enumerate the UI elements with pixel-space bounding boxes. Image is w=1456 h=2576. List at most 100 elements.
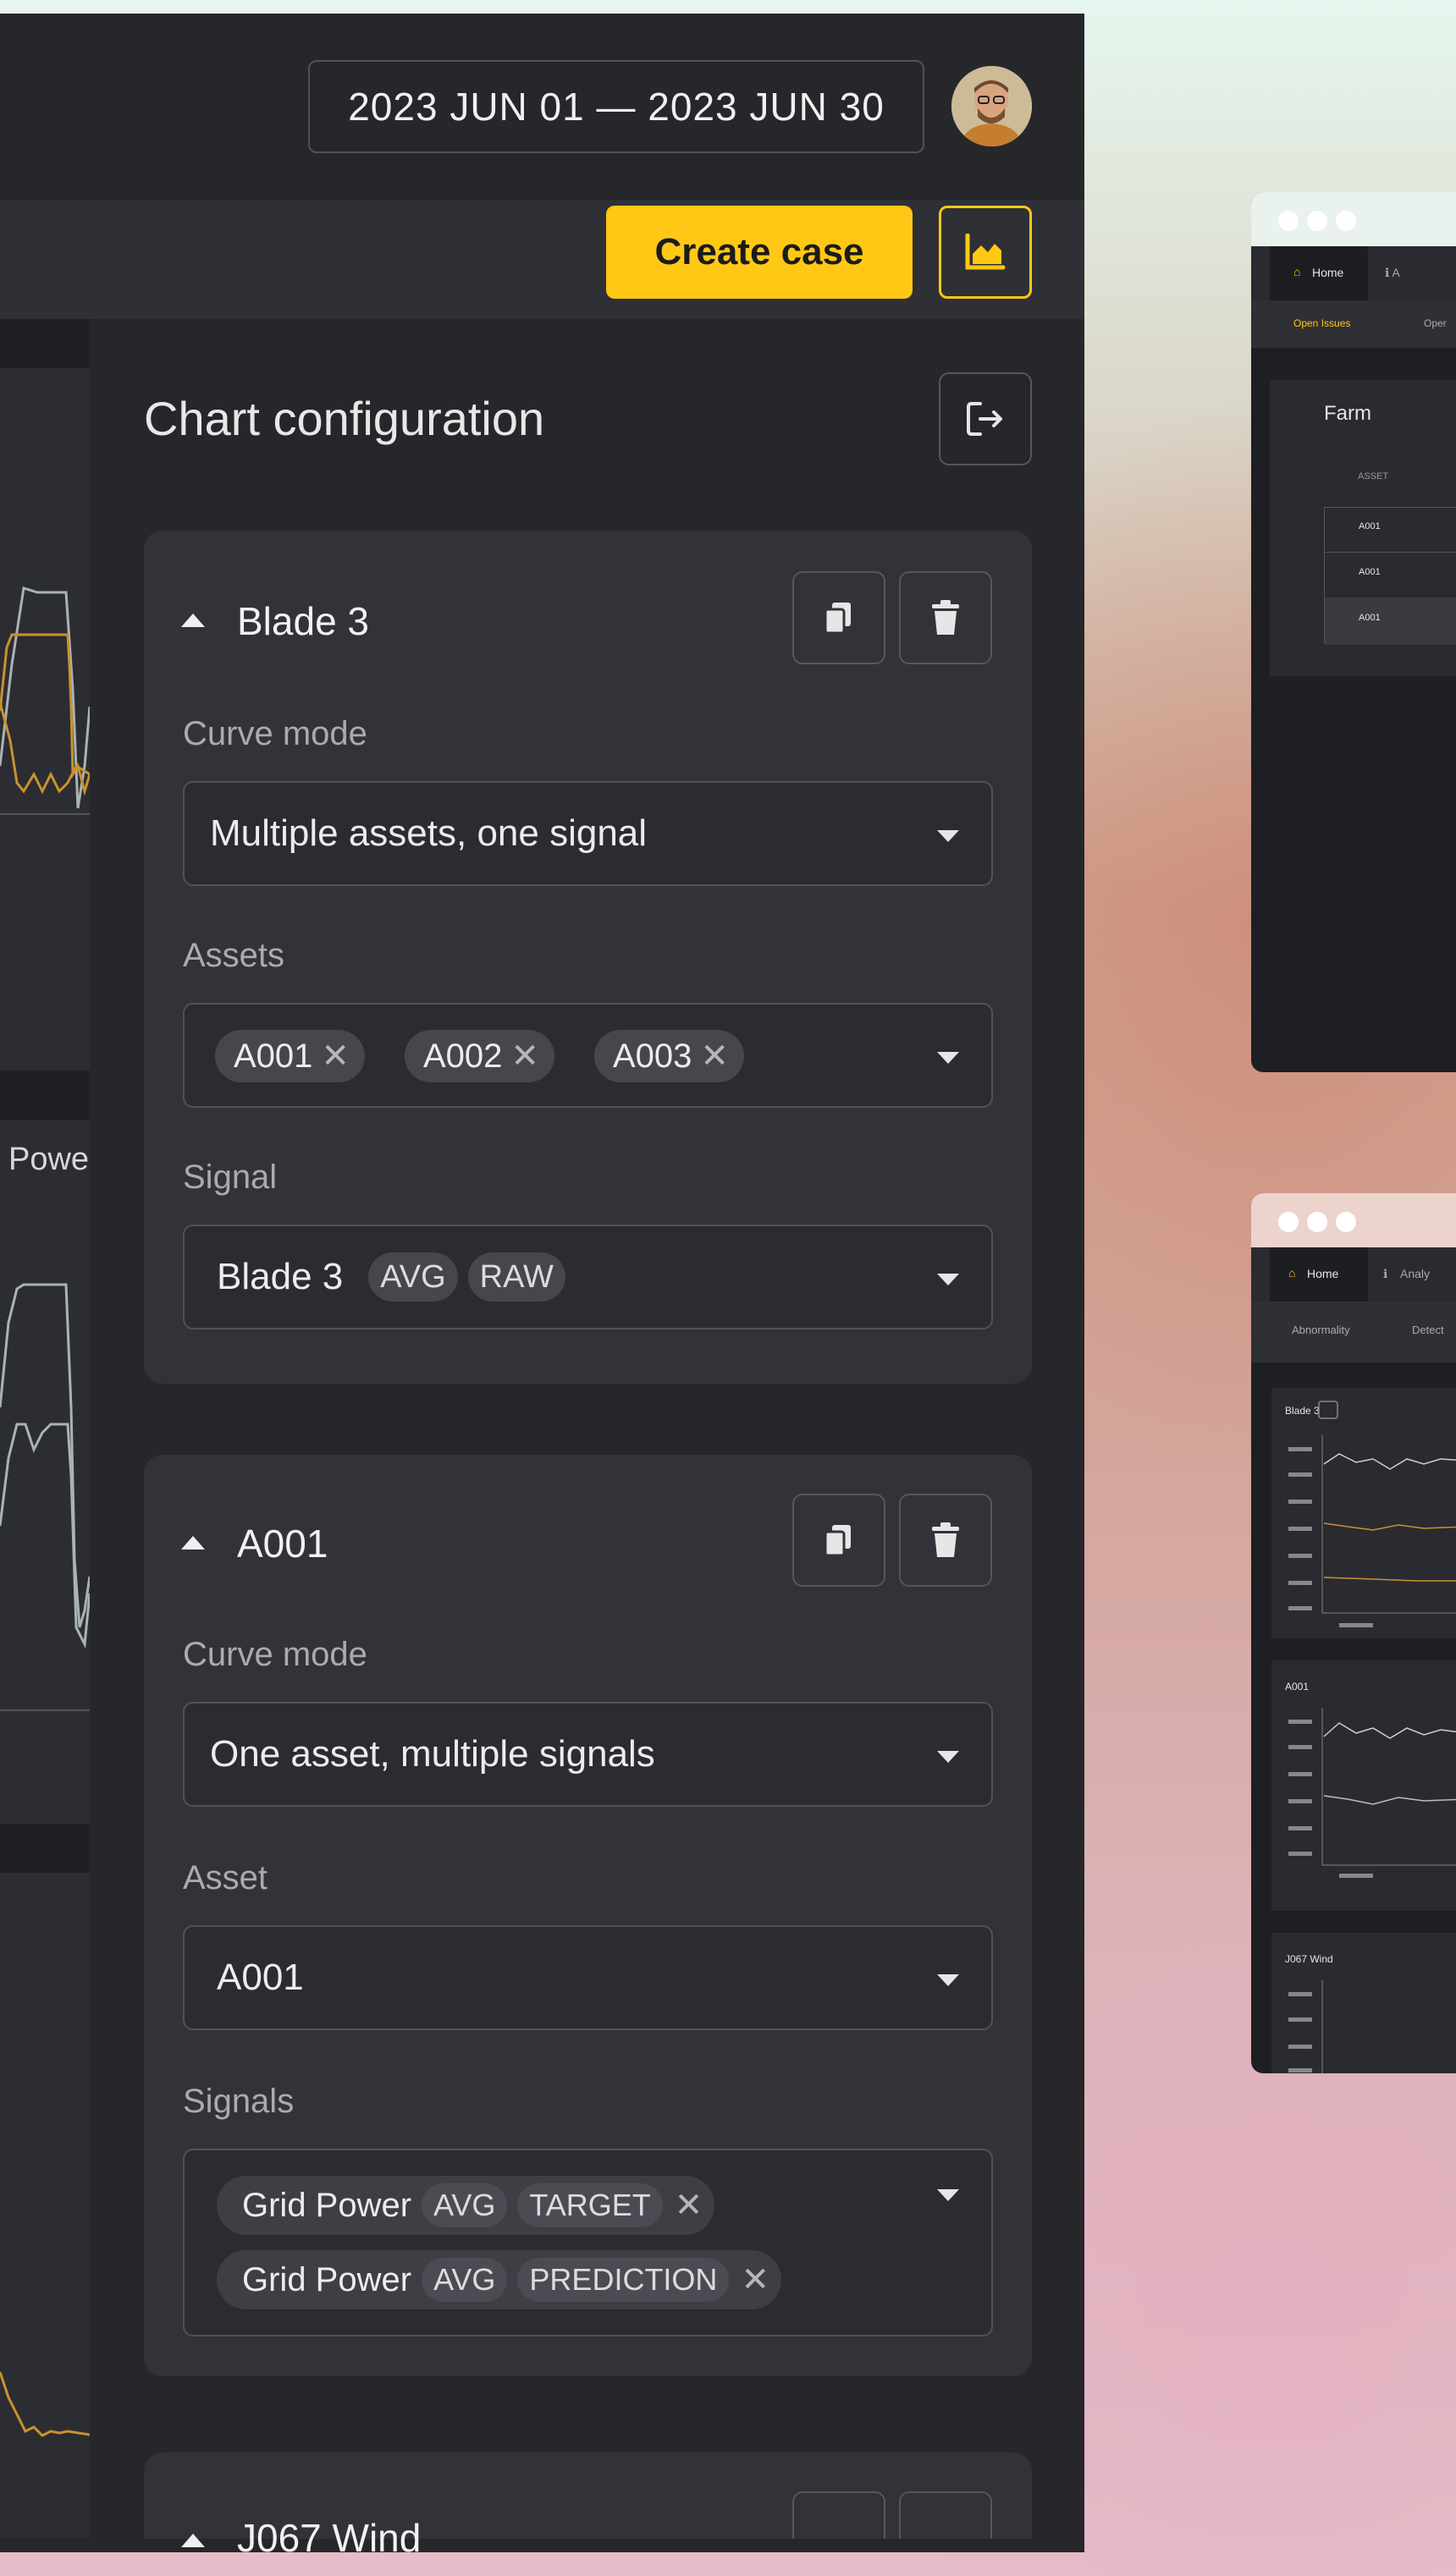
copy-icon	[824, 1525, 851, 1557]
signal-select[interactable]: Blade 3 AVG RAW	[183, 1225, 993, 1329]
signal-tag: AVG	[368, 1252, 458, 1302]
config-card-blade-3: Blade 3 Curve mode Multiple assets, one …	[144, 531, 1032, 1384]
remove-chip-icon[interactable]: ✕	[700, 1037, 729, 1076]
mini-subtab: Oper	[1424, 317, 1447, 329]
config-card-j067-wind: J067 Wind	[144, 2452, 1032, 2560]
chevron-down-icon	[937, 1974, 959, 1986]
collapse-caret-icon[interactable]	[181, 1536, 205, 1549]
signals-multiselect[interactable]: Grid Power AVG TARGET ✕ Grid Power AVG P…	[183, 2149, 993, 2337]
curve-mode-select[interactable]: Multiple assets, one signal	[183, 781, 993, 886]
assets-label: Assets	[183, 937, 285, 974]
remove-chip-icon[interactable]: ✕	[675, 2186, 703, 2225]
asset-chip-label: A003	[613, 1037, 692, 1075]
home-icon: ⌂	[1288, 1266, 1296, 1280]
duplicate-button[interactable]	[792, 1494, 885, 1587]
mini-tab-label: Home	[1307, 1267, 1339, 1280]
panel-title: Chart configuration	[144, 392, 545, 445]
delete-button[interactable]	[899, 2491, 992, 2539]
chevron-down-icon	[937, 830, 959, 842]
mini-subtabs: Abnormality Detect	[1251, 1302, 1456, 1362]
avatar[interactable]	[951, 66, 1032, 146]
delete-button[interactable]	[899, 571, 992, 664]
window-dot	[1336, 1212, 1356, 1232]
charts-area: Powe	[0, 319, 91, 2539]
asset-value: A001	[217, 1957, 304, 1998]
date-range-picker[interactable]: 2023 JUN 01 — 2023 JUN 30	[308, 60, 924, 153]
close-panel-button[interactable]	[939, 372, 1032, 465]
trash-icon	[932, 1522, 959, 1557]
config-card-a001: A001 Curve mode One asset, multiple sign…	[144, 1455, 1032, 2376]
mini-row: A001	[1359, 613, 1381, 623]
signal-name: Blade 3	[217, 1256, 344, 1297]
mini-farm-card: Farm ASSET A001 A001 A001	[1270, 380, 1456, 676]
mini-chart-plot	[1288, 1708, 1456, 1878]
signal-tag: AVG	[422, 2258, 508, 2302]
mini-tab-fragment: ℹ A	[1385, 266, 1400, 279]
window-titlebar	[1251, 192, 1456, 246]
card-title: A001	[237, 1522, 328, 1566]
home-icon: ⌂	[1293, 265, 1301, 278]
area-chart-icon	[965, 234, 1006, 270]
chart-blade-3	[0, 368, 91, 1071]
mini-subtab: Abnormality	[1292, 1324, 1350, 1336]
signal-chip[interactable]: Grid Power AVG TARGET ✕	[217, 2176, 715, 2235]
chart-a001: Powe	[0, 1120, 90, 1824]
chart-view-button[interactable]	[939, 206, 1032, 299]
mini-row: A001	[1359, 521, 1381, 531]
card-title: Blade 3	[237, 599, 370, 643]
chevron-down-icon	[937, 1751, 959, 1763]
asset-chip[interactable]: A001 ✕	[215, 1030, 365, 1082]
curve-mode-select[interactable]: One asset, multiple signals	[183, 1702, 993, 1807]
delete-button[interactable]	[899, 1494, 992, 1587]
asset-chip[interactable]: A003 ✕	[594, 1030, 744, 1082]
mini-card-title: Farm	[1324, 402, 1371, 425]
signal-chip[interactable]: Grid Power AVG PREDICTION ✕	[217, 2250, 781, 2309]
window-dot	[1336, 211, 1356, 231]
signal-tag: TARGET	[517, 2183, 663, 2227]
remove-chip-icon[interactable]: ✕	[321, 1037, 350, 1076]
asset-select[interactable]: A001	[183, 1925, 993, 2030]
mini-subtab: Open Issues	[1293, 317, 1351, 329]
card-title: J067 Wind	[237, 2516, 422, 2560]
asset-chip[interactable]: A002 ✕	[405, 1030, 554, 1082]
toolbar	[0, 200, 1084, 333]
curve-mode-label: Curve mode	[183, 1636, 367, 1673]
window-dot	[1307, 211, 1327, 231]
collapse-caret-icon[interactable]	[181, 2534, 205, 2547]
asset-chip-label: A002	[423, 1037, 503, 1075]
mini-row: A001	[1359, 567, 1381, 577]
window-dot	[1278, 1212, 1299, 1232]
assets-multiselect[interactable]: A001 ✕ A002 ✕ A003 ✕	[183, 1003, 993, 1108]
create-case-button[interactable]: Create case	[606, 206, 913, 299]
mini-column-header: ASSET	[1358, 471, 1389, 482]
copy-icon	[824, 603, 851, 635]
asset-label: Asset	[183, 1859, 268, 1896]
chart-tab-icon: ℹ	[1383, 1267, 1388, 1280]
asset-chip-label: A001	[234, 1037, 313, 1075]
chevron-down-icon	[937, 1052, 959, 1064]
chart-j067-wind-plot	[0, 2371, 91, 2437]
mini-tab-home[interactable]: ⌂ Home	[1270, 246, 1368, 300]
signal-tag: PREDICTION	[517, 2258, 730, 2302]
curve-mode-value: One asset, multiple signals	[210, 1733, 655, 1775]
mini-table: A001 A001 A001	[1324, 507, 1456, 645]
chart-header	[0, 1071, 90, 1120]
chart-header	[0, 319, 90, 368]
mini-chart-card: J067 Wind	[1271, 1933, 1456, 2073]
curve-mode-label: Curve mode	[183, 715, 367, 752]
trash-icon	[932, 600, 959, 635]
avatar-image	[951, 66, 1032, 146]
duplicate-button[interactable]	[792, 571, 885, 664]
chart-header	[0, 1824, 90, 1873]
remove-chip-icon[interactable]: ✕	[510, 1037, 539, 1076]
mini-subtab: Detect	[1412, 1324, 1444, 1336]
chevron-down-icon	[937, 2189, 959, 2201]
signals-label: Signals	[183, 2083, 295, 2120]
mini-tab-home[interactable]: ⌂ Home	[1270, 1247, 1368, 1302]
window-dot	[1278, 211, 1299, 231]
mini-chart-card: Blade 3	[1271, 1388, 1456, 1638]
mini-chart-card: A001	[1271, 1660, 1456, 1911]
collapse-caret-icon[interactable]	[181, 614, 205, 627]
duplicate-button[interactable]	[792, 2491, 885, 2539]
remove-chip-icon[interactable]: ✕	[741, 2260, 769, 2299]
